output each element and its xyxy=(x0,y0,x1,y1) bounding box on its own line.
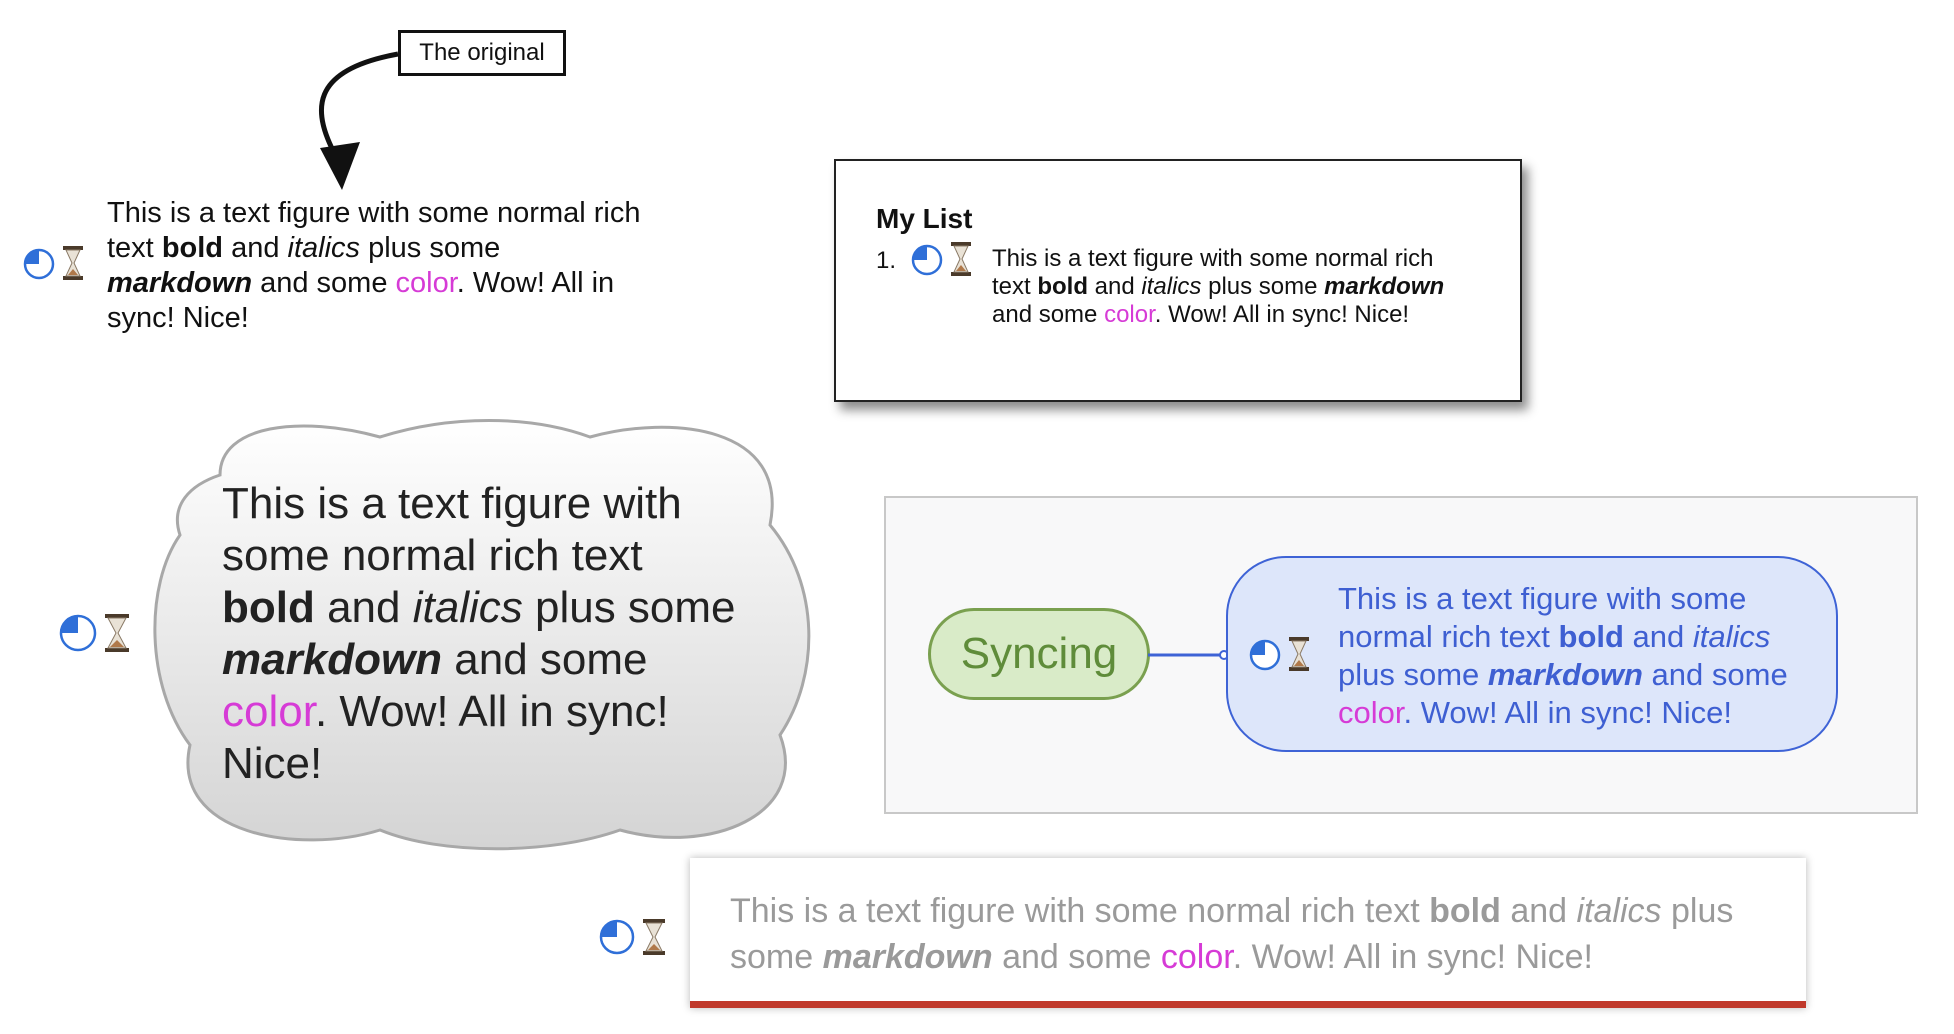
list-item-number: 1. xyxy=(876,247,897,274)
text-run: This is a text figure with some normal r… xyxy=(730,892,1430,930)
status-icons xyxy=(1248,636,1312,677)
italic-run: italics xyxy=(1692,619,1771,654)
hourglass-icon xyxy=(951,242,972,276)
text-run: and some xyxy=(1642,657,1788,692)
text-run: and xyxy=(223,232,288,264)
text-run: plus some xyxy=(360,232,501,264)
mindmap-frame: Syncing This is a text figure with some … xyxy=(884,496,1918,814)
text-run: and some xyxy=(992,938,1161,976)
connector-line xyxy=(1148,650,1229,660)
markdown-run: markdown xyxy=(107,267,253,299)
topic-node[interactable]: This is a text figure with some normal r… xyxy=(1226,556,1838,752)
pie-quarter-icon xyxy=(59,614,97,652)
bottom-card[interactable]: This is a text figure with some normal r… xyxy=(690,858,1806,1008)
text-run: and xyxy=(1623,619,1693,654)
pie-quarter-icon xyxy=(23,248,55,280)
text-run: and xyxy=(1088,273,1142,300)
italic-run: italics xyxy=(412,583,523,632)
markdown-run: markdown xyxy=(1487,657,1643,692)
text-run: . Wow! All in sync! Nice! xyxy=(1403,695,1732,730)
bottom-card-text: This is a text figure with some normal r… xyxy=(730,888,1790,980)
italic-run: italics xyxy=(1141,273,1202,300)
text-run: plus some xyxy=(1201,273,1325,300)
bold-run: bold xyxy=(1037,273,1089,300)
status-icons xyxy=(22,245,86,286)
hourglass-icon xyxy=(643,919,666,955)
callout-box: The original xyxy=(398,30,566,76)
bold-run: bold xyxy=(161,232,224,264)
italic-run: italics xyxy=(287,232,361,264)
color-run: color xyxy=(1338,695,1404,730)
markdown-run: markdown xyxy=(222,635,443,684)
bold-run: bold xyxy=(1429,892,1501,930)
text-run: and xyxy=(314,583,413,632)
text-run: and some xyxy=(442,635,648,684)
status-icons xyxy=(910,241,974,282)
status-icons xyxy=(58,613,132,658)
text-run: and some xyxy=(252,267,396,299)
text-run: plus some xyxy=(522,583,736,632)
text-run: and some xyxy=(992,301,1105,328)
callout-label: The original xyxy=(419,39,545,66)
color-run: color xyxy=(1160,938,1233,976)
hourglass-icon xyxy=(63,246,84,280)
text-run: plus some xyxy=(1338,657,1488,692)
text-run: and xyxy=(1500,892,1577,930)
cloud-text: This is a text figure with some normal r… xyxy=(222,478,742,790)
list-title: My List xyxy=(876,203,973,234)
pie-quarter-icon xyxy=(911,244,943,276)
text-run: . Wow! All in sync! Nice! xyxy=(1232,938,1593,976)
syncing-label: Syncing xyxy=(960,629,1118,678)
color-run: color xyxy=(222,687,315,736)
topic-text: This is a text figure with some normal r… xyxy=(1338,580,1808,732)
markdown-run: markdown xyxy=(1324,273,1445,300)
syncing-node[interactable]: Syncing xyxy=(928,608,1150,700)
hourglass-icon xyxy=(1289,637,1310,671)
text-run: This is a text figure with some normal r… xyxy=(222,479,682,580)
color-run: color xyxy=(1104,301,1155,328)
italic-run: italics xyxy=(1576,892,1662,930)
status-icons xyxy=(598,918,668,961)
text-run: . Wow! All in sync! Nice! xyxy=(1154,301,1410,328)
color-run: color xyxy=(395,267,457,299)
markdown-run: markdown xyxy=(822,938,993,976)
pie-quarter-icon xyxy=(1249,639,1281,671)
bold-run: bold xyxy=(222,583,315,632)
list-card[interactable]: My List 1. This is a text figure with so… xyxy=(834,159,1522,402)
list-item-text: This is a text figure with some normal r… xyxy=(992,245,1472,329)
hourglass-icon xyxy=(105,614,130,652)
pie-quarter-icon xyxy=(599,919,635,955)
text-figure-plain[interactable]: This is a text figure with some normal r… xyxy=(107,196,647,336)
callout-arrow xyxy=(318,51,399,190)
bold-run: bold xyxy=(1558,619,1624,654)
